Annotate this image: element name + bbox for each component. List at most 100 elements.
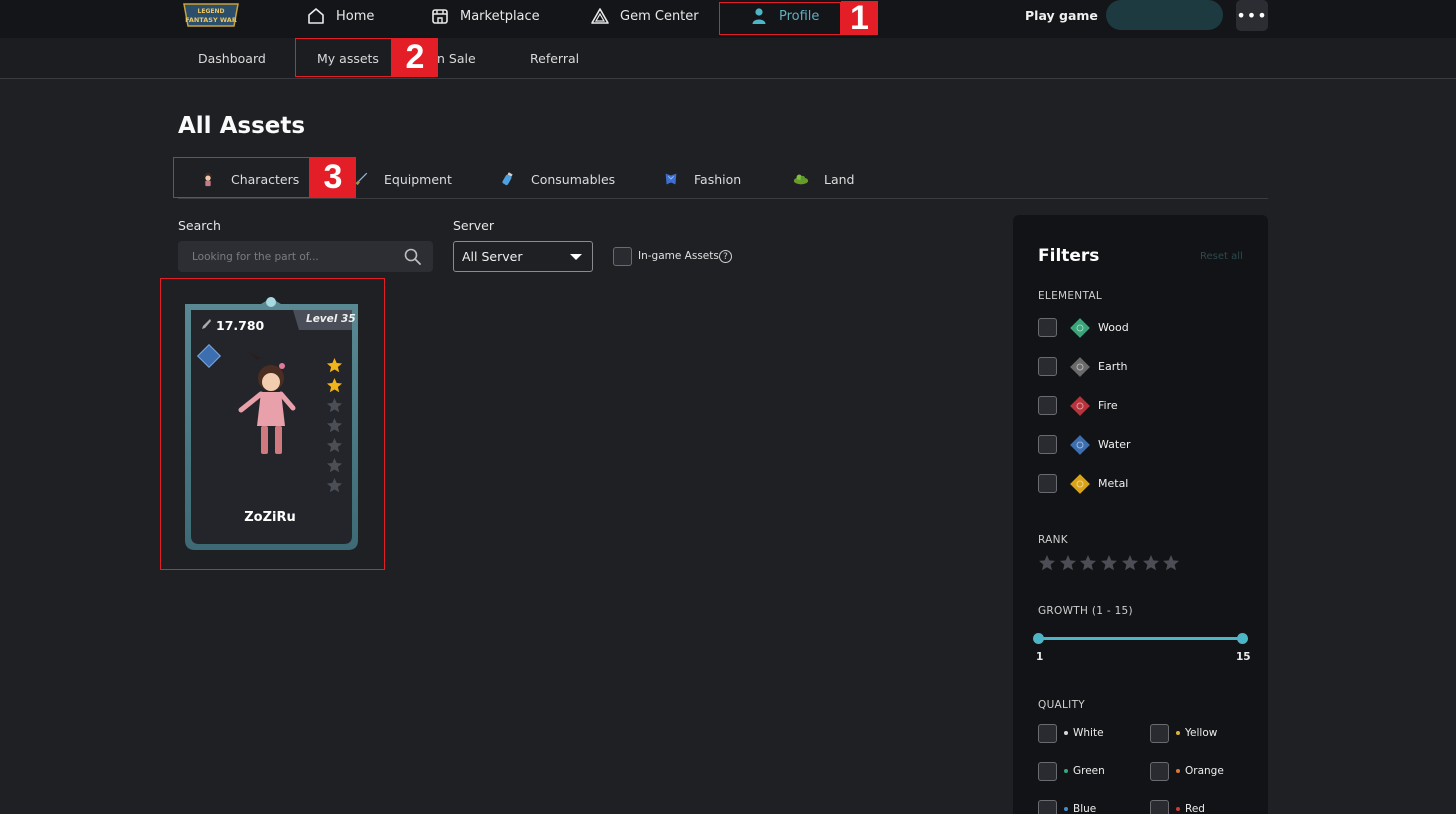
quality-label-green: Green (1064, 765, 1105, 777)
quality-dot (1176, 769, 1180, 773)
rank-star-icon[interactable] (1059, 554, 1077, 572)
tab-consumables-label: Consumables (531, 171, 616, 187)
server-label: Server (453, 218, 494, 233)
quality-checkbox-blue[interactable] (1038, 800, 1057, 814)
card-level: Level 35 (306, 313, 356, 325)
quality-checkbox-white[interactable] (1038, 724, 1057, 743)
tab-land[interactable]: Land (792, 168, 854, 190)
more-menu-button[interactable]: ••• (1236, 0, 1268, 31)
rank-star-icon[interactable] (1038, 554, 1056, 572)
gem-icon (591, 8, 609, 24)
element-label-wood: Wood (1098, 321, 1129, 334)
search-input[interactable] (178, 241, 393, 272)
character-icon (199, 170, 217, 188)
water-element-icon (1070, 435, 1090, 455)
quality-label: QUALITY (1038, 699, 1086, 711)
star-filled-icon (326, 357, 343, 373)
star-empty-icon (326, 437, 343, 453)
ingame-assets-checkbox[interactable] (613, 247, 632, 266)
growth-slider-min-handle[interactable] (1033, 633, 1044, 644)
fashion-icon (662, 170, 680, 188)
search-icon[interactable] (404, 248, 421, 265)
home-icon (308, 8, 324, 24)
tab-fashion[interactable]: Fashion (662, 168, 741, 190)
quality-text: Green (1073, 765, 1105, 777)
element-label-fire: Fire (1098, 399, 1118, 412)
annotation-box-2 (295, 38, 392, 77)
nav-gem-center-label: Gem Center (620, 8, 699, 24)
quality-checkbox-orange[interactable] (1150, 762, 1169, 781)
growth-label: GROWTH (1 - 15) (1038, 605, 1133, 617)
star-empty-icon (326, 397, 343, 413)
ingame-assets-label: In-game Assets (638, 250, 719, 262)
subnav-referral[interactable]: Referral (530, 51, 579, 66)
logo-text-top: LEGEND (198, 8, 225, 15)
rank-star-icon[interactable] (1100, 554, 1118, 572)
quality-dot (1064, 731, 1068, 735)
annotation-number-3: 3 (310, 157, 356, 198)
tab-equipment[interactable]: Equipment (352, 168, 452, 190)
subnav-on-sale[interactable]: n Sale (437, 51, 476, 66)
nav-home[interactable]: Home (306, 0, 374, 32)
tab-consumables[interactable]: Consumables (499, 168, 615, 190)
quality-checkbox-yellow[interactable] (1150, 724, 1169, 743)
fire-element-icon (1070, 396, 1090, 416)
growth-max-value: 15 (1236, 651, 1251, 663)
star-empty-icon (326, 417, 343, 433)
server-select[interactable]: All Server (453, 241, 593, 272)
shop-icon (432, 9, 448, 24)
rank-star-icon[interactable] (1142, 554, 1160, 572)
page-title: All Assets (178, 113, 306, 139)
quality-label-yellow: Yellow (1176, 727, 1217, 739)
element-checkbox-water[interactable] (1038, 435, 1057, 454)
rank-star-icon[interactable] (1079, 554, 1097, 572)
quality-label-blue: Blue (1064, 803, 1096, 814)
annotation-number-1: 1 (841, 0, 878, 37)
element-checkbox-wood[interactable] (1038, 318, 1057, 337)
quality-dot (1064, 807, 1068, 811)
help-icon[interactable]: ? (719, 250, 732, 263)
quality-text: Blue (1073, 803, 1097, 814)
search-label: Search (178, 218, 221, 233)
growth-slider-track[interactable] (1038, 637, 1242, 640)
wallet-button[interactable] (1106, 0, 1223, 30)
earth-element-icon (1070, 357, 1090, 377)
tab-equipment-label: Equipment (384, 171, 452, 187)
logo-text-bottom: FANTASY WAR (185, 16, 237, 24)
rank-star-icon[interactable] (1162, 554, 1180, 572)
rank-label: RANK (1038, 534, 1068, 546)
tab-characters[interactable]: Characters (199, 168, 299, 190)
quality-checkbox-green[interactable] (1038, 762, 1057, 781)
sword-icon (352, 170, 370, 188)
tab-characters-label: Characters (231, 171, 300, 187)
element-checkbox-metal[interactable] (1038, 474, 1057, 493)
quality-dot (1176, 731, 1180, 735)
quality-text: Red (1185, 803, 1205, 814)
rank-star-icon[interactable] (1121, 554, 1139, 572)
nav-marketplace-label: Marketplace (460, 8, 540, 24)
quality-checkbox-red[interactable] (1150, 800, 1169, 814)
nav-marketplace[interactable]: Marketplace (430, 0, 540, 32)
tab-land-label: Land (824, 171, 855, 187)
quality-dot (1176, 807, 1180, 811)
play-game-link[interactable]: Play game (1025, 8, 1098, 23)
caret-down-icon (570, 254, 582, 260)
growth-min-value: 1 (1036, 651, 1044, 663)
game-logo[interactable]: LEGEND FANTASY WAR (178, 0, 244, 30)
quality-text: White (1073, 727, 1104, 739)
element-label-water: Water (1098, 438, 1131, 451)
card-power: 17.780 (216, 318, 265, 333)
subnav-dashboard[interactable]: Dashboard (198, 51, 266, 66)
quality-text: Orange (1185, 765, 1224, 777)
element-checkbox-earth[interactable] (1038, 357, 1057, 376)
filters-title: Filters (1038, 246, 1100, 266)
growth-slider-max-handle[interactable] (1237, 633, 1248, 644)
nav-gem-center[interactable]: Gem Center (590, 0, 699, 32)
star-empty-icon (326, 457, 343, 473)
quality-label-white: White (1064, 727, 1104, 739)
element-label-earth: Earth (1098, 360, 1128, 373)
element-checkbox-fire[interactable] (1038, 396, 1057, 415)
tab-fashion-label: Fashion (694, 171, 742, 187)
quality-text: Yellow (1185, 727, 1218, 739)
reset-all-link[interactable]: Reset all (1200, 251, 1243, 262)
